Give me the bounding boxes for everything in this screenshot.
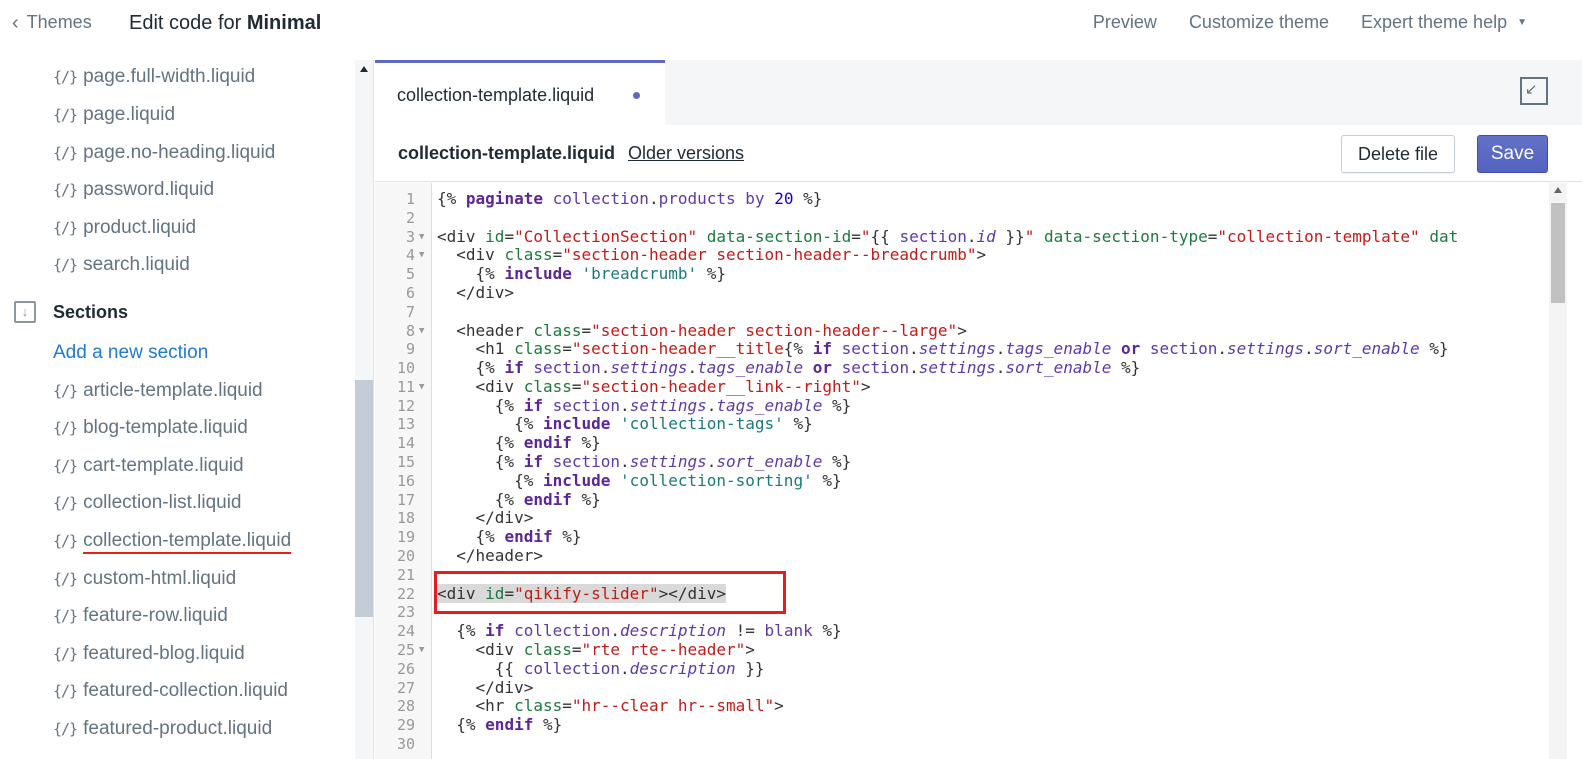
file-item[interactable]: {/} product.liquid (53, 217, 196, 239)
back-label: Themes (26, 12, 92, 32)
line-number-gutter: 1 2 3 ▼ 4 ▼ 5 6 7 8 ▼ 9 10 11 ▼ 12 13 14 15 … (375, 183, 432, 759)
file-item[interactable]: {/} custom-html.liquid (53, 568, 236, 590)
save-button[interactable]: Save (1477, 135, 1548, 173)
code-editor[interactable]: 1 2 3 ▼ 4 ▼ 5 6 7 8 ▼ 9 10 11 ▼ 12 13 14 15 … (375, 183, 1582, 759)
tab-label: collection-template.liquid (397, 85, 595, 105)
liquid-file-icon: {/} (53, 494, 78, 512)
delete-file-button[interactable]: Delete file (1341, 135, 1455, 173)
preview-link[interactable]: Preview (1093, 12, 1157, 33)
editor-tab[interactable]: collection-template.liquid (375, 60, 665, 125)
top-nav: Preview Customize theme Expert theme hel… (1093, 12, 1582, 33)
sections-folder[interactable]: ↓ Sections (14, 301, 128, 323)
file-item[interactable]: {/} featured-collection.liquid (53, 680, 288, 702)
liquid-file-icon: {/} (53, 106, 78, 124)
file-item[interactable]: {/} article-template.liquid (53, 380, 263, 402)
liquid-file-icon: {/} (53, 532, 78, 550)
liquid-file-icon: {/} (53, 607, 78, 625)
liquid-file-icon: {/} (53, 720, 78, 738)
caret-down-icon: ▼ (1517, 17, 1527, 28)
file-sidebar: {/} page.full-width.liquid {/} page.liquid… (0, 60, 374, 759)
folder-download-icon: ↓ (14, 301, 36, 323)
liquid-file-icon: {/} (53, 419, 78, 437)
scroll-up-arrow-icon[interactable] (1554, 187, 1562, 193)
file-item[interactable]: {/} cart-template.liquid (53, 455, 244, 477)
back-to-themes-link[interactable]: ‹ Themes (12, 12, 92, 33)
fold-arrow-icon[interactable]: ▼ (419, 378, 424, 396)
expert-help-dropdown[interactable]: Expert theme help ▼ (1361, 12, 1527, 33)
liquid-file-icon: {/} (53, 570, 78, 588)
file-header: collection-template.liquid Older version… (375, 125, 1582, 182)
sections-label: Sections (53, 301, 129, 322)
fold-arrow-icon[interactable]: ▼ (419, 228, 424, 246)
file-item[interactable]: {/} page.liquid (53, 104, 175, 126)
liquid-file-icon: {/} (53, 144, 78, 162)
theme-name: Minimal (246, 12, 322, 34)
file-item-active[interactable]: {/} collection-template.liquid (53, 530, 291, 552)
file-item[interactable]: {/} search.liquid (53, 254, 190, 276)
fold-arrow-icon[interactable]: ▼ (419, 246, 424, 264)
liquid-file-icon: {/} (53, 645, 78, 663)
current-file-name: collection-template.liquid (398, 143, 616, 163)
add-new-section-link[interactable]: Add a new section (53, 342, 208, 364)
liquid-file-icon: {/} (53, 219, 78, 237)
editor-tab-bar: collection-template.liquid (375, 60, 1582, 125)
file-item[interactable]: {/} feature-row.liquid (53, 605, 228, 627)
chevron-left-icon: ‹ (12, 11, 19, 34)
file-item[interactable]: {/} featured-blog.liquid (53, 643, 245, 665)
file-item[interactable]: {/} password.liquid (53, 179, 214, 201)
scroll-up-arrow-icon[interactable] (360, 66, 368, 72)
liquid-file-icon: {/} (53, 457, 78, 475)
file-item[interactable]: {/} page.full-width.liquid (53, 66, 255, 88)
older-versions-link[interactable]: Older versions (628, 143, 744, 164)
liquid-file-icon: {/} (53, 68, 78, 86)
sidebar-scroll-thumb[interactable] (355, 380, 373, 617)
liquid-file-icon: {/} (53, 382, 78, 400)
editor-scroll-thumb[interactable] (1551, 203, 1565, 303)
liquid-file-icon: {/} (53, 682, 78, 700)
unsaved-dot-icon (633, 92, 640, 99)
file-item[interactable]: {/} featured-product.liquid (53, 718, 272, 740)
fold-arrow-icon[interactable]: ▼ (419, 641, 424, 659)
file-item[interactable]: {/} blog-template.liquid (53, 417, 248, 439)
file-item[interactable]: {/} collection-list.liquid (53, 492, 242, 514)
annotation-highlight-box (434, 571, 786, 614)
customize-theme-link[interactable]: Customize theme (1189, 12, 1329, 33)
liquid-file-icon: {/} (53, 181, 78, 199)
file-item[interactable]: {/} page.no-heading.liquid (53, 142, 275, 164)
liquid-file-icon: {/} (53, 256, 78, 274)
top-bar: ‹ Themes Edit code for Minimal Preview C… (0, 0, 1582, 47)
fullscreen-icon[interactable] (1520, 77, 1548, 105)
editor-scrollbar[interactable] (1549, 183, 1567, 759)
sidebar-scrollbar[interactable] (355, 60, 373, 759)
fold-arrow-icon[interactable]: ▼ (419, 322, 424, 340)
page-title: Edit code for Minimal (129, 12, 322, 34)
